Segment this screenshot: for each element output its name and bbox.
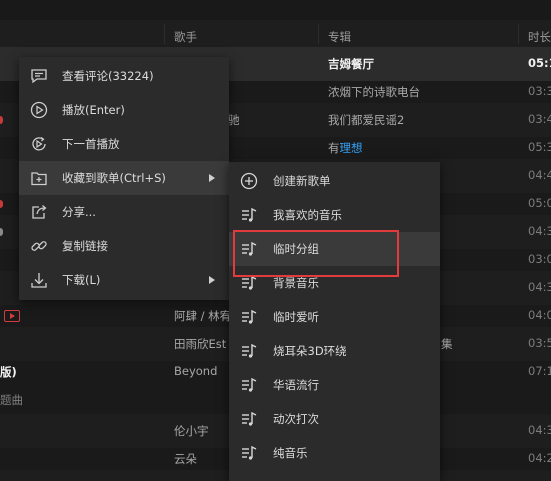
share-icon (30, 203, 48, 221)
album-cell[interactable]: 浓烟下的诗歌电台 (328, 84, 420, 100)
singer-cell[interactable]: Beyond (174, 364, 217, 378)
submenu-item-create-playlist[interactable]: 创建新歌单 (229, 164, 440, 198)
add-to-playlist-icon (30, 169, 48, 187)
submenu-item-playlist[interactable]: 华语流行 (229, 368, 440, 402)
download-icon (30, 271, 48, 289)
menu-item-label: 复制链接 (62, 239, 108, 253)
submenu-item-playlist[interactable]: 动次打次 (229, 402, 440, 436)
chevron-right-icon (209, 276, 215, 284)
playlist-icon (240, 342, 258, 360)
highlight-box (233, 230, 399, 277)
menu-item-play-next[interactable]: 下一首播放 (19, 127, 229, 161)
column-header-singer[interactable]: 歌手 (174, 29, 197, 45)
mv-icon[interactable] (4, 310, 20, 322)
column-header-duration[interactable]: 时长 (528, 29, 551, 45)
playlist-submenu: 创建新歌单 我喜欢的音乐 临时分组 背景音乐 临时爱听 烧耳朵3D环绕 华语流行… (229, 162, 440, 481)
playlist-icon (240, 308, 258, 326)
status-marker (0, 228, 3, 236)
duration-cell: 03:0 (528, 252, 551, 266)
singer-cell[interactable]: 阿肆 / 林宥 (174, 308, 231, 324)
title-cell[interactable]: 版) (0, 364, 17, 380)
menu-item-share[interactable]: 分享... (19, 195, 229, 229)
menu-item-label: 分享... (62, 205, 96, 219)
status-marker (0, 116, 3, 124)
singer-cell[interactable]: 驰 (228, 112, 240, 128)
status-marker (0, 200, 3, 208)
menu-item-comments[interactable]: 查看评论(33224) (19, 59, 229, 93)
menu-item-add-to-playlist[interactable]: 收藏到歌单(Ctrl+S) (19, 161, 229, 195)
comment-icon (30, 67, 48, 85)
menu-item-label: 下载(L) (62, 273, 101, 287)
album-text: 有 (328, 141, 340, 155)
duration-cell: 04:4 (528, 168, 551, 182)
singer-cell[interactable]: 田雨欣Est (174, 336, 226, 352)
menu-item-label: 下一首播放 (62, 137, 120, 151)
duration-cell: 05:1 (528, 56, 551, 70)
column-header-album[interactable]: 专辑 (328, 29, 351, 45)
context-menu: 查看评论(33224) 播放(Enter) 下一首播放 收藏到歌单(Ctrl+S… (19, 57, 229, 300)
playlist-icon (240, 444, 258, 462)
column-divider[interactable] (318, 24, 319, 44)
submenu-item-playlist[interactable]: 临时爱听 (229, 300, 440, 334)
playlist-icon (240, 206, 258, 224)
playlist-icon (240, 376, 258, 394)
duration-cell: 05:0 (528, 196, 551, 210)
submenu-item-playlist[interactable]: 烧耳朵3D环绕 (229, 334, 440, 368)
submenu-item-label: 华语流行 (273, 378, 319, 392)
submenu-item-playlist[interactable]: 纯音乐 (229, 436, 440, 470)
plus-circle-icon (240, 172, 258, 190)
menu-item-copy-link[interactable]: 复制链接 (19, 229, 229, 263)
submenu-item-label: 创建新歌单 (273, 174, 331, 188)
duration-cell: 04:2 (528, 451, 551, 465)
top-strip (0, 0, 551, 20)
duration-cell: 04:3 (528, 423, 551, 437)
singer-cell[interactable]: 伦小宇 (174, 423, 209, 439)
menu-item-label: 查看评论(33224) (62, 69, 154, 83)
play-next-icon (30, 135, 48, 153)
submenu-item-label: 背景音乐 (273, 276, 319, 290)
album-cell[interactable]: 吉姆餐厅 (328, 56, 374, 72)
duration-cell: 03:3 (528, 84, 551, 98)
submenu-item-playlist[interactable]: 我喜欢的音乐 (229, 198, 440, 232)
duration-cell: 03:5 (528, 336, 551, 350)
column-divider[interactable] (518, 24, 519, 44)
singer-cell[interactable]: 云朵 (174, 451, 197, 467)
album-highlight: 理想 (339, 141, 363, 155)
play-icon (30, 101, 48, 119)
submenu-item-label: 动次打次 (273, 412, 319, 426)
chevron-right-icon (209, 174, 215, 182)
duration-cell: 04:3 (528, 224, 551, 238)
menu-item-label: 收藏到歌单(Ctrl+S) (62, 171, 166, 185)
duration-cell: 04:0 (528, 308, 551, 322)
column-divider[interactable] (164, 24, 165, 44)
album-cell[interactable]: 有理想 (328, 140, 363, 156)
duration-cell: 03:4 (528, 112, 551, 126)
menu-item-label: 播放(Enter) (62, 103, 125, 117)
duration-cell: 05:3 (528, 140, 551, 154)
submenu-item-label: 临时爱听 (273, 310, 319, 324)
menu-item-play[interactable]: 播放(Enter) (19, 93, 229, 127)
submenu-item-label: 烧耳朵3D环绕 (273, 344, 347, 358)
duration-cell: 07:1 (528, 364, 551, 378)
playlist-icon (240, 410, 258, 428)
album-cell[interactable]: 我们都爱民谣2 (328, 112, 404, 128)
submenu-item-label: 我喜欢的音乐 (273, 208, 342, 222)
title-cell[interactable]: 题曲 (0, 392, 23, 408)
link-icon (30, 237, 48, 255)
album-cell[interactable]: 集 (441, 336, 453, 352)
submenu-item-label: 纯音乐 (273, 446, 308, 460)
menu-item-download[interactable]: 下载(L) (19, 263, 229, 297)
duration-cell: 04:3 (528, 280, 551, 294)
